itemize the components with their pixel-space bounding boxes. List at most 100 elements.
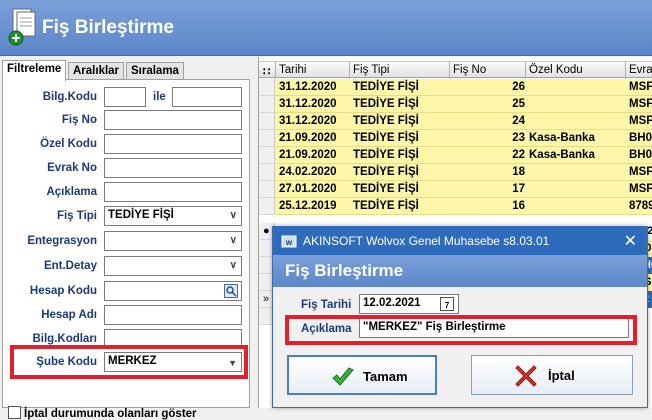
cell-tarihi: 31.12.2020 <box>279 115 337 127</box>
table-row[interactable]: 31.12.2020 TEDİYE FİŞİ 24 MSF <box>275 113 652 130</box>
fis-tarihi-label: Fiş Tarihi <box>301 299 352 311</box>
ent-detay-label: Ent.Detay <box>43 260 97 272</box>
cell-evrak: BH0 <box>629 149 652 161</box>
iptal-label: İptal <box>548 368 575 383</box>
col-fis-tipi[interactable]: Fiş Tipi <box>353 64 389 76</box>
cell-fis-no: 25 <box>512 98 525 110</box>
cell-tarihi: 31.12.2020 <box>279 81 337 93</box>
col-fis-no[interactable]: Fiş No <box>453 64 486 76</box>
table-row[interactable]: 21.09.2020 TEDİYE FİŞİ 22 Kasa-Banka BH0 <box>275 147 652 164</box>
row-indicator <box>259 113 275 130</box>
hesap-kodu-input[interactable] <box>104 281 242 301</box>
iptal-button[interactable]: İptal <box>471 355 633 395</box>
table-row[interactable]: 27.01.2020 TEDİYE FİŞİ 17 MSF <box>275 181 652 198</box>
fis-no-input[interactable] <box>104 110 242 130</box>
tab-araliklar[interactable]: Aralıklar <box>68 62 125 80</box>
table-row[interactable]: 25.12.2019 TEDİYE FİŞİ 16 8789 <box>275 198 652 215</box>
cell-fis-tipi: TEDİYE FİŞİ <box>353 132 419 144</box>
cell-fis-no: 17 <box>512 183 525 195</box>
cell-tarihi: 27.01.2020 <box>279 183 337 195</box>
iptal-checkbox-label: İptal durumunda olanları göster <box>24 408 197 420</box>
app-header: Fiş Birleştirme <box>0 0 652 56</box>
bilg-kodu-to-input[interactable] <box>172 87 242 107</box>
cell-evrak: BH0 <box>629 132 652 144</box>
cell-fis-tipi: TEDİYE FİŞİ <box>353 115 419 127</box>
cell-fis-tipi: TEDİYE FİŞİ <box>353 183 419 195</box>
dialog-banner: Fiş Birleştirme <box>273 255 647 287</box>
cell-tarihi: 24.02.2020 <box>279 166 337 178</box>
cell-evrak: MSF <box>629 81 652 93</box>
cell-evrak: MSF <box>629 115 652 127</box>
fis-birlestirme-dialog: w AKINSOFT Wolvox Genel Muhasebe s8.03.0… <box>272 226 648 408</box>
table-row[interactable]: 24.02.2020 TEDİYE FİŞİ 18 MSF <box>275 164 652 181</box>
row-indicator <box>259 147 275 164</box>
sube-kodu-callout <box>10 345 248 379</box>
tamam-label: Tamam <box>363 369 408 384</box>
chevron-down-icon: ∨ <box>229 235 237 246</box>
table-row[interactable]: 21.09.2020 TEDİYE FİŞİ 23 Kasa-Banka BH0 <box>275 130 652 147</box>
cell-fis-tipi: TEDİYE FİŞİ <box>353 200 419 212</box>
ile-label: ile <box>153 91 166 103</box>
close-icon[interactable]: ✕ <box>624 231 637 251</box>
app-logo-icon: w <box>281 235 297 248</box>
cell-fis-no: 23 <box>512 132 525 144</box>
lookup-icon[interactable] <box>224 284 238 298</box>
tamam-button[interactable]: Tamam <box>287 355 437 395</box>
row-indicator <box>259 79 275 96</box>
cell-fis-tipi: TEDİYE FİŞİ <box>353 81 419 93</box>
cell-evrak: 8789 <box>629 200 652 212</box>
cell-fis-tipi: TEDİYE FİŞİ <box>353 98 419 110</box>
ent-detay-select[interactable]: ∨ <box>104 256 242 276</box>
row-indicator <box>259 96 275 113</box>
page-title: Fiş Birleştirme <box>42 17 174 38</box>
cell-ozel-kodu: Kasa-Banka <box>529 149 595 161</box>
cell-fis-no: 24 <box>512 115 525 127</box>
bilg-kodu-from-input[interactable] <box>104 87 146 107</box>
dialog-window-title: AKINSOFT Wolvox Genel Muhasebe s8.03.01 <box>303 234 550 248</box>
ozel-kodu-input[interactable] <box>104 134 242 154</box>
chevron-down-icon: ∨ <box>229 260 237 271</box>
cell-fis-tipi: TEDİYE FİŞİ <box>353 166 419 178</box>
entegrasyon-label: Entegrasyon <box>27 235 97 247</box>
cell-evrak: MSF <box>629 183 652 195</box>
grid-header: ∷ Tarihi Fiş Tipi Fiş No Özel Kodu Evra <box>259 61 652 79</box>
cell-fis-tipi: TEDİYE FİŞİ <box>353 149 419 161</box>
aciklama-input[interactable] <box>104 182 242 202</box>
cell-fis-no: 16 <box>512 200 525 212</box>
bilg-kodu-label: Bilg.Kodu <box>42 91 97 103</box>
hesap-adi-label: Hesap Adı <box>41 309 97 321</box>
tab-filtreleme[interactable]: Filtreleme <box>2 60 67 81</box>
dialog-banner-title: Fiş Birleştirme <box>285 261 404 280</box>
tab-siralama[interactable]: Sıralama <box>126 62 184 80</box>
dialog-titlebar[interactable]: w AKINSOFT Wolvox Genel Muhasebe s8.03.0… <box>273 227 647 255</box>
cell-tarihi: 21.09.2020 <box>279 132 337 144</box>
entegrasyon-select[interactable]: ∨ <box>104 231 242 251</box>
cell-tarihi: 31.12.2020 <box>279 98 337 110</box>
row-indicator <box>259 198 275 215</box>
grid-menu-icon[interactable]: ∷ <box>263 64 270 78</box>
cell-evrak: MSF <box>629 166 652 178</box>
col-ozel-kodu[interactable]: Özel Kodu <box>529 64 583 76</box>
fis-tipi-label: Fiş Tipi <box>56 210 97 222</box>
evrak-no-label: Evrak No <box>47 162 97 174</box>
filter-panel: Filtreleme Aralıklar Sıralama Bilg.Kodu … <box>0 57 252 420</box>
cell-tarihi: 25.12.2019 <box>279 200 337 212</box>
col-tarihi[interactable]: Tarihi <box>279 64 306 76</box>
iptal-checkbox-row[interactable]: İptal durumunda olanları göster <box>8 406 197 420</box>
evrak-no-input[interactable] <box>104 158 242 178</box>
ozel-kodu-label: Özel Kodu <box>40 138 97 150</box>
hesap-adi-input[interactable] <box>104 305 242 325</box>
svg-text:w: w <box>285 238 293 247</box>
fis-tipi-select[interactable]: TEDİYE FİŞİ ∨ <box>104 206 242 226</box>
table-row[interactable]: 31.12.2020 TEDİYE FİŞİ 25 MSF <box>275 96 652 113</box>
row-indicator <box>259 164 275 181</box>
col-evrak[interactable]: Evra <box>629 64 652 76</box>
fis-tarihi-input[interactable]: 12.02.2021 7 <box>359 294 459 314</box>
table-row[interactable]: 31.12.2020 TEDİYE FİŞİ 26 MSF <box>275 79 652 96</box>
aciklama-callout <box>285 315 637 345</box>
aciklama-label: Açıklama <box>46 186 97 198</box>
cell-evrak: MSF <box>629 98 652 110</box>
calendar-icon[interactable]: 7 <box>440 297 454 311</box>
hesap-kodu-label: Hesap Kodu <box>29 285 97 297</box>
filter-tabs: Filtreleme Aralıklar Sıralama <box>2 60 250 81</box>
